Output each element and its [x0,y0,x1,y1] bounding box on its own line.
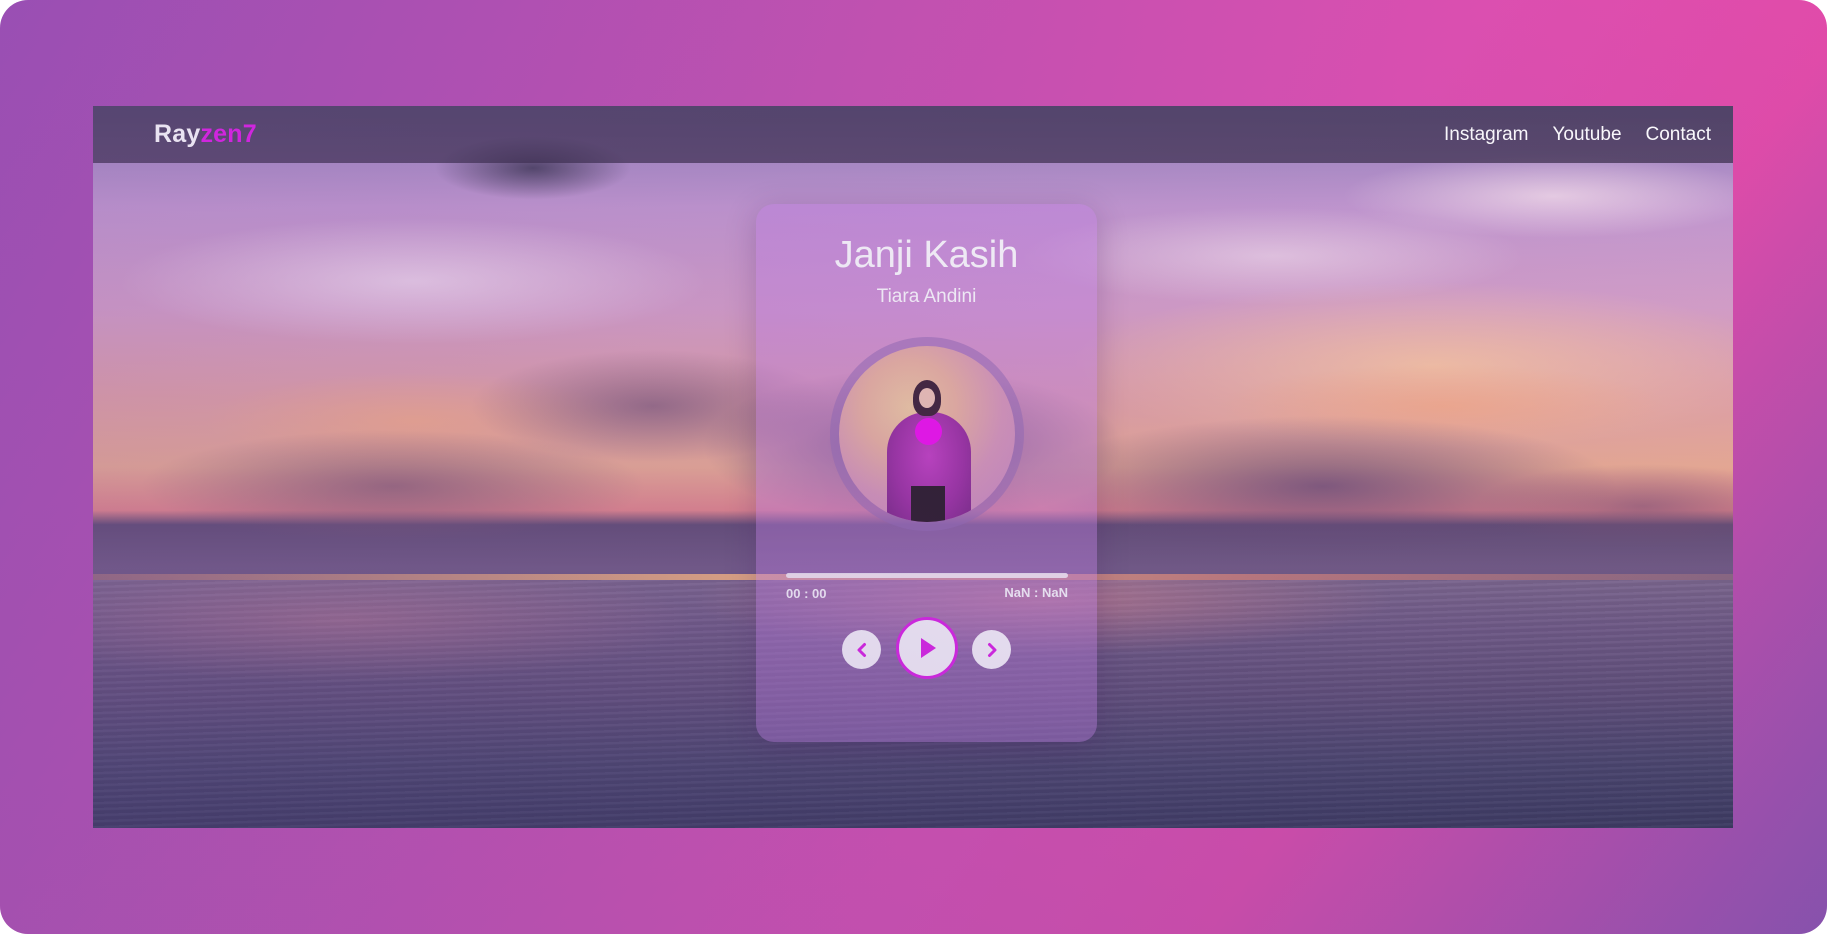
nav-links: Instagram Youtube Contact [1444,124,1711,146]
play-button[interactable] [896,617,958,679]
album-cover-artwork-legs [911,486,945,522]
album-cover [839,346,1015,522]
browser-viewport: Rayzen7 Instagram Youtube Contact Janji … [93,106,1733,828]
brand-logo[interactable]: Rayzen7 [154,120,257,149]
chevron-right-icon [987,642,996,657]
next-button[interactable] [972,630,1011,669]
total-duration: NaN : NaN [1004,585,1068,600]
album-disc-ring [830,337,1024,531]
player-controls [756,617,1097,681]
progress-bar[interactable] [786,573,1068,578]
disc-center-dot [915,418,942,445]
nav-link-contact[interactable]: Contact [1646,124,1711,146]
current-time: 00 : 00 [786,586,827,601]
song-artist: Tiara Andini [876,286,977,307]
song-title: Janji Kasih [834,234,1019,276]
nav-link-youtube[interactable]: Youtube [1552,124,1621,146]
album-cover-artwork-face [919,388,935,408]
music-player-card: Janji Kasih Tiara Andini 00 : 00 NaN : N… [756,204,1097,742]
nav-link-instagram[interactable]: Instagram [1444,124,1528,146]
page-background: Rayzen7 Instagram Youtube Contact Janji … [0,0,1827,934]
navbar: Rayzen7 Instagram Youtube Contact [93,106,1733,163]
chevron-left-icon [857,642,866,657]
previous-button[interactable] [842,630,881,669]
brand-logo-prefix: Ray [154,120,201,148]
play-icon [921,638,936,658]
brand-logo-accent: zen7 [200,120,257,148]
